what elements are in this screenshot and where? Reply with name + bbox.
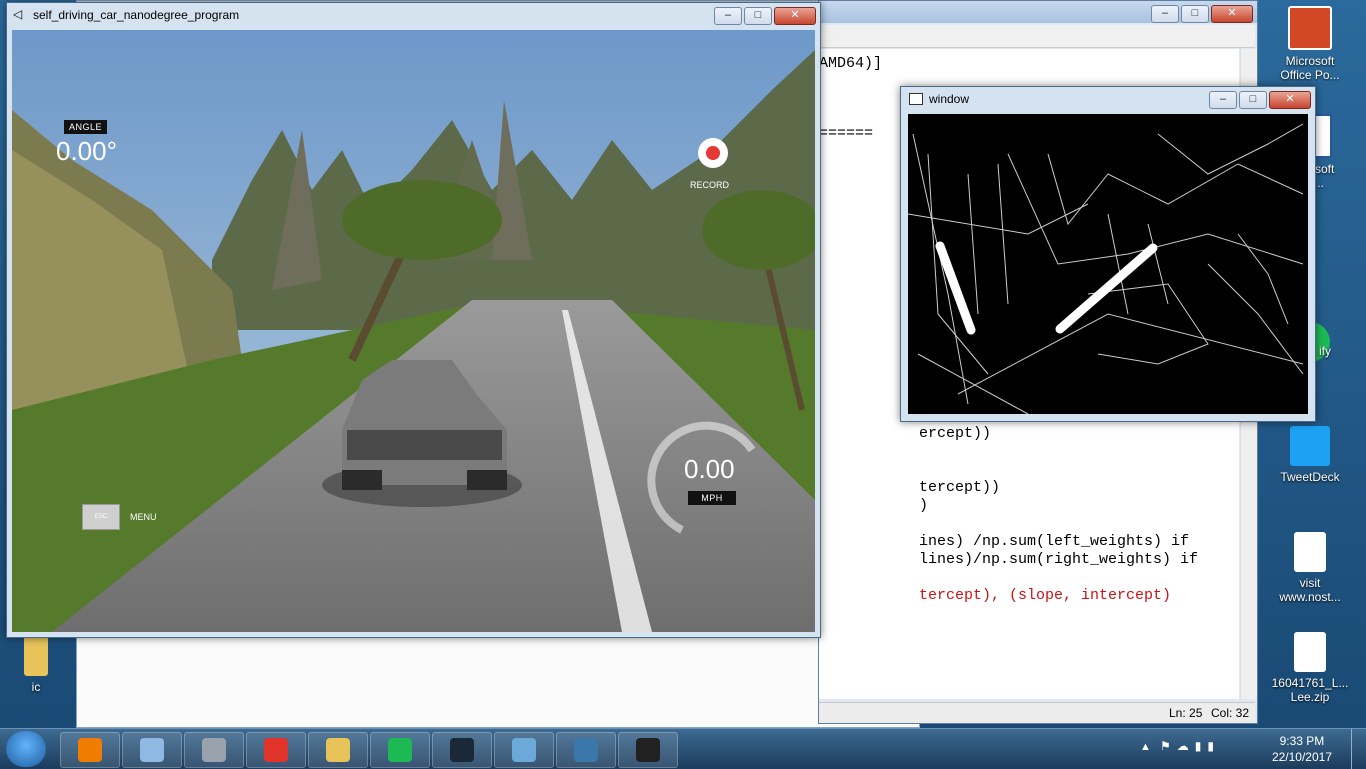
record-button[interactable] [698, 138, 728, 168]
python-icon [574, 738, 598, 762]
taskbar-button-media-player[interactable] [60, 732, 120, 768]
taskbar-button-scanner[interactable] [184, 732, 244, 768]
code-line: ====== [819, 125, 874, 142]
desktop-icon-tweetdeck[interactable]: TweetDeck [1270, 426, 1350, 484]
taskbar-button-unity[interactable] [618, 732, 678, 768]
code-line: ercept)) [919, 425, 992, 442]
speed-unit: MPH [688, 491, 736, 505]
paint-icon [512, 738, 536, 762]
folder-icon [24, 636, 48, 676]
simulator-viewport[interactable]: ANGLE 0.00° RECORD 0.00 MPH ESC MENU [12, 30, 815, 632]
desktop-icon-label: visit [1299, 576, 1321, 590]
media-player-icon [78, 738, 102, 762]
tray-chevron-icon[interactable]: ▲ [1140, 741, 1151, 753]
zip-file-icon [1294, 632, 1326, 672]
minimize-icon[interactable]: – [714, 7, 742, 25]
menu-label: MENU [130, 512, 157, 522]
desktop-icon-zip[interactable]: 16041761_L... Lee.zip [1270, 632, 1350, 704]
system-tray[interactable]: ⚑☁▮▮ [1160, 739, 1260, 759]
code-line: ) [919, 497, 929, 514]
desktop-icon-label: Office Po... [1280, 68, 1340, 82]
angle-label: ANGLE [64, 120, 108, 134]
powerpoint-icon [1288, 6, 1332, 50]
close-icon[interactable]: ✕ [774, 7, 816, 25]
desktop-icon-label: 16041761_L... [1271, 676, 1349, 690]
driving-scene [12, 30, 815, 632]
taskbar-button-spotify[interactable] [370, 732, 430, 768]
taskbar-button-file-explorer[interactable] [308, 732, 368, 768]
window-title: window [929, 92, 970, 106]
code-line: tercept), (slope, intercept) [919, 587, 1172, 604]
edge-lines-canvas [908, 114, 1308, 414]
status-col: Col: 32 [1211, 706, 1250, 720]
simulator-titlebar[interactable]: ◁ self_driving_car_nanodegree_program – □… [7, 3, 820, 27]
window-title: self_driving_car_nanodegree_program [33, 8, 240, 22]
code-line: lines)/np.sum(right_weights) if [919, 551, 1199, 568]
steam-icon [450, 738, 474, 762]
record-icon [706, 146, 720, 160]
clock-date: 22/10/2017 [1271, 750, 1332, 764]
close-icon[interactable]: ✕ [1211, 5, 1253, 23]
code-line: AMD64)] [819, 55, 883, 72]
unity-icon [636, 738, 660, 762]
image-viewer-icon [140, 738, 164, 762]
simulator-window[interactable]: ◁ self_driving_car_nanodegree_program – □… [6, 2, 821, 638]
taskbar-button-chrome[interactable] [246, 732, 306, 768]
desktop-icon-powerpoint[interactable]: Microsoft Office Po... [1270, 6, 1350, 82]
code-line: tercept)) [919, 479, 1001, 496]
taskbar-button-steam[interactable] [432, 732, 492, 768]
unity-icon: ◁ [13, 7, 23, 21]
start-button[interactable] [6, 731, 46, 767]
code-line: ines) /np.sum(left_weights) if [919, 533, 1190, 550]
angle-value: 0.00° [56, 136, 118, 166]
record-label: RECORD [690, 180, 730, 190]
speed-value: 0.00 [684, 454, 735, 484]
spotify-icon [388, 738, 412, 762]
scanner-icon [202, 738, 226, 762]
taskbar-button-image-viewer[interactable] [122, 732, 182, 768]
minimize-icon[interactable]: – [1209, 91, 1237, 109]
file-explorer-icon [326, 738, 350, 762]
window-icon [909, 93, 923, 105]
maximize-icon[interactable]: □ [1239, 91, 1267, 109]
maximize-icon[interactable]: □ [1181, 5, 1209, 23]
status-bar: Ln: 25 Col: 32 [819, 702, 1255, 723]
esc-button[interactable]: ESC [82, 504, 120, 530]
taskbar: ▲ ⚑☁▮▮ 9:33 PM 22/10/2017 [0, 728, 1366, 769]
desktop-icon-label: ic [31, 680, 41, 694]
desktop-icon-label: Lee.zip [1290, 690, 1330, 704]
show-desktop-button[interactable] [1351, 729, 1366, 769]
desktop-icon-shortcut[interactable]: visit www.nost... [1270, 532, 1350, 604]
taskbar-button-python[interactable] [556, 732, 616, 768]
status-line: Ln: 25 [1169, 706, 1203, 720]
tweetdeck-icon [1290, 426, 1330, 466]
clock-time: 9:33 PM [1279, 734, 1325, 748]
close-icon[interactable]: ✕ [1269, 91, 1311, 109]
maximize-icon[interactable]: □ [744, 7, 772, 25]
desktop-icon-label: www.nost... [1279, 590, 1341, 604]
taskbar-button-paint[interactable] [494, 732, 554, 768]
opencv-window[interactable]: window – □ ✕ [900, 86, 1316, 422]
desktop-icon-label: Microsoft [1285, 54, 1335, 68]
desktop-icon-label: TweetDeck [1280, 470, 1340, 484]
chrome-icon [264, 738, 288, 762]
editor-menubar [819, 25, 1255, 48]
minimize-icon[interactable]: – [1151, 5, 1179, 23]
clock[interactable]: 9:33 PM 22/10/2017 [1272, 733, 1332, 765]
edge-detection-image [908, 114, 1308, 414]
editor-titlebar[interactable]: – □ ✕ [819, 1, 1257, 23]
shortcut-file-icon [1294, 532, 1326, 572]
desktop-icon-folder[interactable]: ic [0, 636, 76, 694]
